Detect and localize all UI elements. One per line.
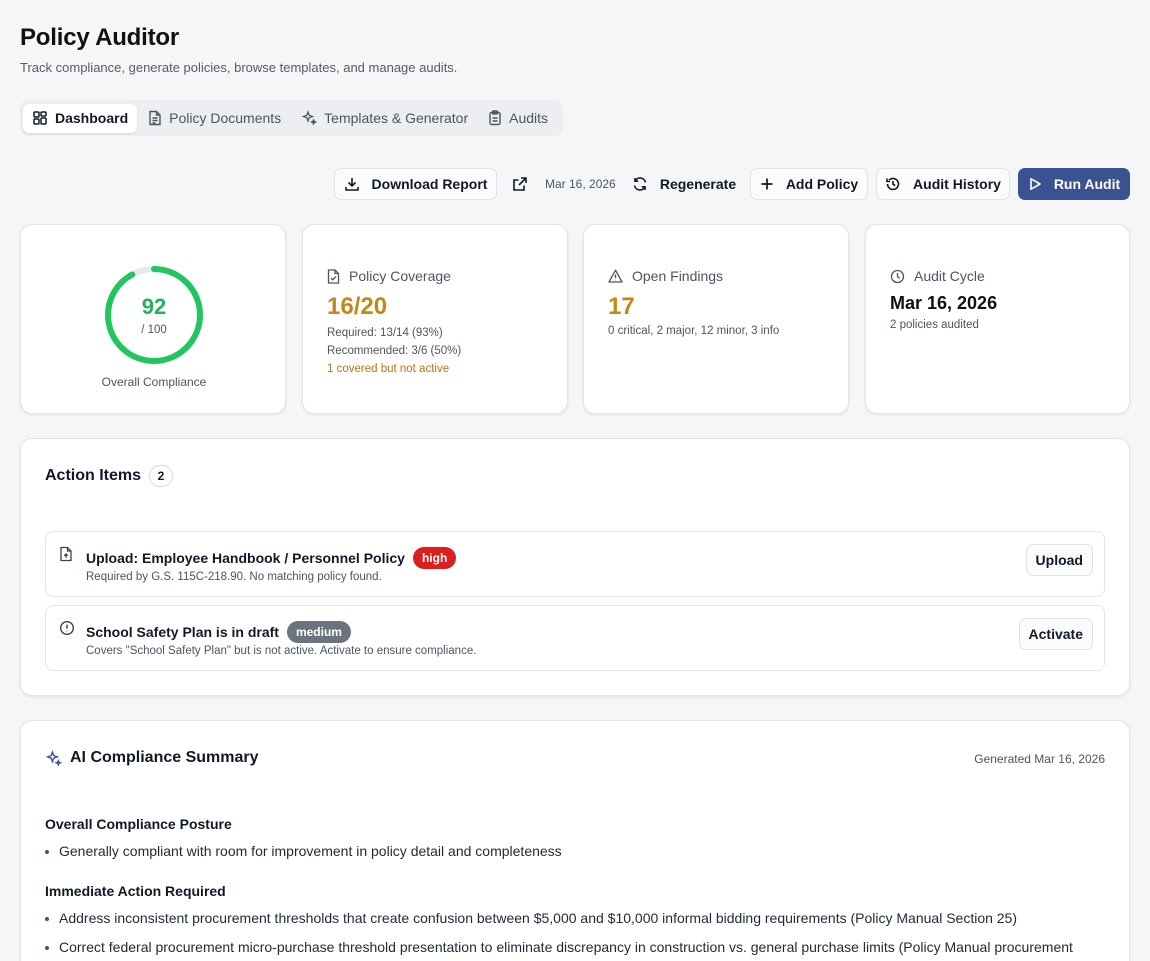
history-icon (886, 177, 900, 191)
file-upload-icon (60, 546, 72, 562)
required-coverage: Required: 13/14 (93%) (327, 327, 443, 339)
priority-badge: medium (286, 621, 351, 643)
action-items-card: Action Items 2 Upload: Employee Handbook… (20, 438, 1130, 696)
open-findings-label: Open Findings (608, 268, 723, 284)
action-item-title: Upload: Employee Handbook / Personnel Po… (86, 547, 457, 569)
policy-coverage-value: 16/20 (327, 293, 388, 320)
run-audit-label: Run Audit (1053, 176, 1121, 192)
ai-summary-title-text: AI Compliance Summary (70, 749, 259, 766)
clock-icon (890, 269, 905, 283)
file-check-icon (327, 268, 340, 284)
alert-triangle-icon (608, 269, 623, 283)
summary-bullet-text: Correct federal procurement micro-purcha… (59, 939, 1073, 955)
priority-badge: high (412, 547, 457, 569)
ai-summary-card: AI Compliance Summary Generated Mar 16, … (20, 720, 1130, 961)
ai-summary-title: AI Compliance Summary (45, 749, 259, 767)
compliance-max: / 100 (141, 324, 167, 336)
summary-bullet-text: Generally compliant with room for improv… (59, 843, 562, 859)
tab-label: Templates & Generator (324, 110, 469, 126)
action-items-title: Action Items (45, 467, 142, 484)
action-item-title-text: Upload: Employee Handbook / Personnel Po… (86, 550, 405, 566)
tab-label: Audits (509, 110, 549, 126)
audit-cycle-date: Mar 16, 2026 (890, 293, 998, 313)
summary-heading: Overall Compliance Posture (45, 816, 232, 832)
compliance-gauge: 92 / 100 (103, 264, 205, 366)
open-findings-card: Open Findings 17 0 critical, 2 major, 12… (583, 224, 849, 414)
findings-breakdown: 0 critical, 2 major, 12 minor, 3 info (608, 325, 780, 337)
audit-cycle-text: Audit Cycle (914, 268, 985, 284)
report-date: Mar 16, 2026 (545, 177, 616, 191)
policy-coverage-label: Policy Coverage (327, 268, 451, 284)
add-policy-label: Add Policy (785, 176, 859, 192)
recommended-coverage: Recommended: 3/6 (50%) (327, 345, 462, 357)
clipboard-icon (489, 110, 501, 126)
alert-circle-icon (59, 620, 75, 636)
action-item: School Safety Plan is in draft medium Co… (45, 605, 1105, 671)
page-title: Policy Auditor (20, 24, 179, 51)
download-report-button[interactable]: Download Report (334, 168, 497, 200)
action-items-count: 2 (149, 465, 173, 487)
activate-button[interactable]: Activate (1018, 618, 1093, 650)
coverage-warning: 1 covered but not active (327, 363, 450, 375)
tab-audits[interactable]: Audits (479, 104, 557, 133)
refresh-icon (633, 177, 647, 191)
compliance-score-card: 92 / 100 Overall Compliance (20, 224, 286, 414)
action-item-title-text: School Safety Plan is in draft (86, 624, 279, 640)
audit-cycle-label: Audit Cycle (890, 268, 985, 284)
tab-label: Dashboard (55, 110, 129, 126)
open-findings-value: 17 (608, 293, 635, 320)
action-item-description: Required by G.S. 115C-218.90. No matchin… (86, 571, 382, 583)
add-policy-button[interactable]: Add Policy (750, 168, 868, 200)
download-report-label: Download Report (371, 176, 488, 192)
policy-coverage-text: Policy Coverage (349, 268, 451, 284)
summary-heading: Immediate Action Required (45, 883, 226, 899)
bullet-dot (45, 850, 49, 854)
regenerate-label: Regenerate (659, 176, 737, 192)
audit-cycle-detail: 2 policies audited (890, 319, 979, 331)
toolbar: Download Report Mar 16, 2026 Regenerate … (20, 168, 1130, 200)
sparkles-icon (45, 749, 62, 767)
plus-icon (761, 178, 773, 190)
play-icon (1030, 178, 1041, 190)
bullet-dot (45, 917, 49, 921)
summary-bullet-text: Address inconsistent procurement thresho… (59, 910, 1018, 926)
tab-bar: Dashboard Policy Documents Templates & G… (20, 100, 563, 136)
action-item-description: Covers "School Safety Plan" but is not a… (86, 645, 477, 657)
tab-label: Policy Documents (169, 110, 282, 126)
audit-cycle-card: Audit Cycle Mar 16, 2026 2 policies audi… (865, 224, 1130, 414)
layout-grid-icon (33, 111, 47, 125)
run-audit-button[interactable]: Run Audit (1018, 168, 1130, 200)
audit-history-button[interactable]: Audit History (876, 168, 1010, 200)
bullet-dot (45, 946, 49, 950)
regenerate-button[interactable]: Regenerate (624, 168, 744, 200)
compliance-score: 92 (141, 294, 167, 319)
compliance-label: Overall Compliance (101, 375, 207, 389)
open-external-button[interactable] (510, 174, 530, 194)
summary-bullet: Address inconsistent procurement thresho… (45, 910, 1017, 926)
open-findings-text: Open Findings (632, 268, 724, 284)
external-link-icon (513, 177, 527, 191)
audit-history-label: Audit History (913, 176, 1001, 192)
action-item-title: School Safety Plan is in draft medium (86, 621, 351, 643)
file-text-icon (149, 110, 161, 126)
page-subtitle: Track compliance, generate policies, bro… (20, 60, 458, 75)
policy-coverage-card: Policy Coverage 16/20 Required: 13/14 (9… (302, 224, 568, 414)
sparkles-icon (301, 110, 318, 126)
tab-dashboard[interactable]: Dashboard (23, 103, 138, 133)
generated-date: Generated Mar 16, 2026 (974, 752, 1105, 766)
upload-button[interactable]: Upload (1025, 544, 1093, 576)
tab-templates-generator[interactable]: Templates & Generator (292, 104, 477, 133)
summary-bullet: Correct federal procurement micro-purcha… (45, 939, 1073, 955)
action-item: Upload: Employee Handbook / Personnel Po… (45, 531, 1105, 597)
summary-bullet: Generally compliant with room for improv… (45, 843, 562, 859)
download-icon (344, 178, 359, 191)
tab-policy-documents[interactable]: Policy Documents (139, 104, 290, 133)
